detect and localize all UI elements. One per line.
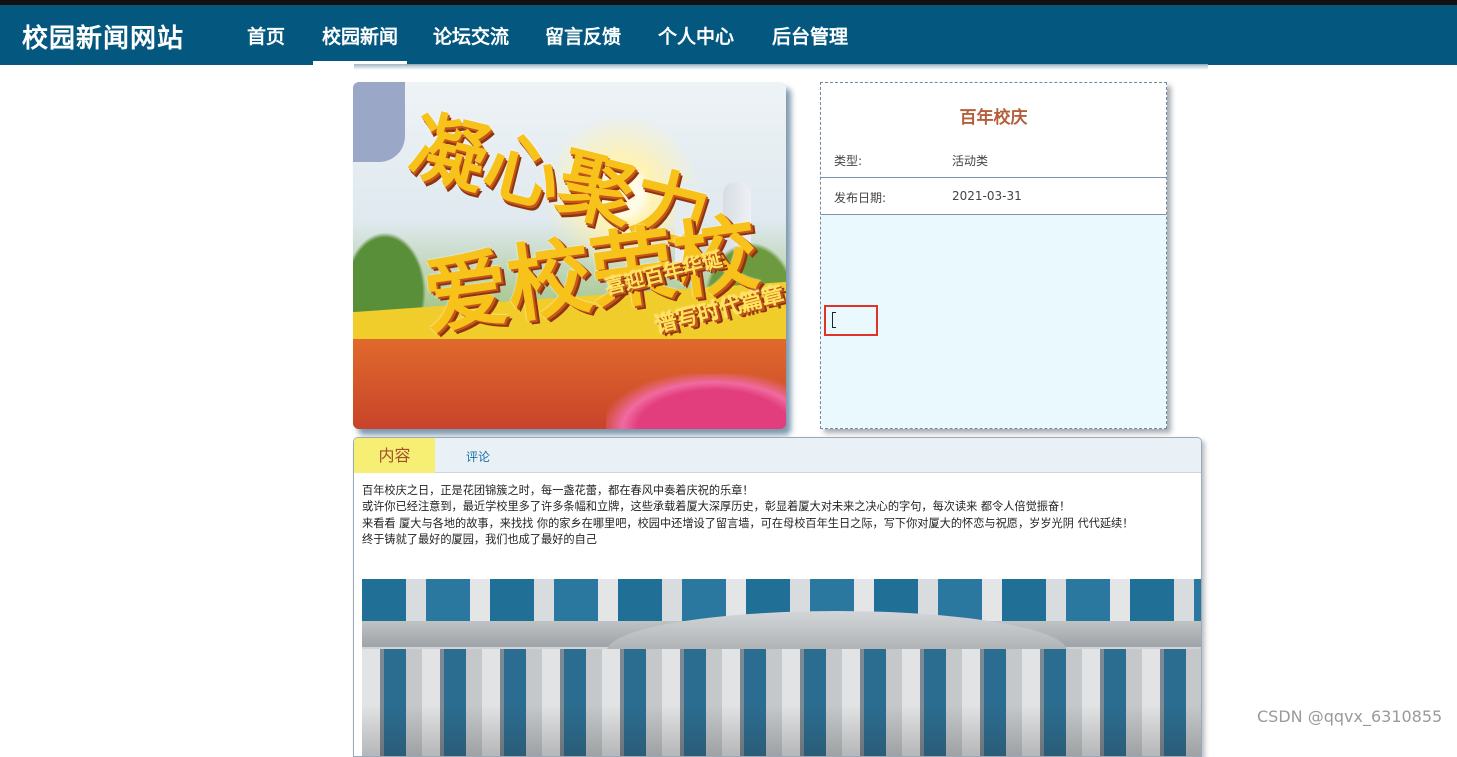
header-shadow xyxy=(354,64,1208,70)
info-body-area xyxy=(821,215,1166,428)
article-paragraph: 终于铸就了最好的厦园，我们也成了最好的自己 xyxy=(362,532,597,546)
tab-content[interactable]: 内容 xyxy=(354,438,435,473)
article-building-image xyxy=(362,579,1201,756)
nav-item-profile[interactable]: 个人中心 xyxy=(658,22,734,49)
watermark-text: CSDN @qqvx_6310855 xyxy=(1257,707,1443,726)
flower-bed xyxy=(606,374,786,429)
news-cover-image: 凝心聚力 爱校荣校 喜迎百年华诞 谱写时代篇章 xyxy=(353,82,786,429)
building-shade xyxy=(362,579,1201,756)
nav-item-home[interactable]: 首页 xyxy=(247,22,285,49)
article-paragraph: 百年校庆之日，正是花团锦簇之时，每一盏花蕾，都在春风中奏着庆祝的乐章！ xyxy=(362,484,754,497)
top-navbar: 校园新闻网站 首页 校园新闻 论坛交流 留言反馈 个人中心 后台管理 xyxy=(0,5,1457,65)
nav-item-feedback[interactable]: 留言反馈 xyxy=(545,22,621,49)
tab-comments[interactable]: 评论 xyxy=(466,448,490,465)
content-tabs: 内容 评论 xyxy=(354,438,1201,473)
decoration-shape xyxy=(353,82,405,162)
article-paragraph: 或许你已经注意到，最近学校里多了许多条幅和立牌，这些承载着厦大深厚历史，彰显着厦… xyxy=(362,500,1071,514)
news-title: 百年校庆 xyxy=(959,108,1028,128)
news-info-panel: 百年校庆 类型: 活动类 发布日期: 2021-03-31 xyxy=(820,82,1167,429)
type-label: 类型: xyxy=(834,154,863,168)
type-value: 活动类 xyxy=(952,154,989,168)
date-label: 发布日期: xyxy=(834,191,887,205)
article-paragraph: 来看看 厦大与各地的故事，来找找 你的家乡在哪里吧，校园中还增设了留言墙，可在母… xyxy=(362,516,1134,530)
nav-item-campus-news[interactable]: 校园新闻 xyxy=(322,22,398,49)
news-content-card: 内容 评论 百年校庆之日，正是花团锦簇之时，每一盏花蕾，都在春风中奏着庆祝的乐章… xyxy=(353,437,1202,757)
nav-item-forum[interactable]: 论坛交流 xyxy=(433,22,509,49)
date-value: 2021-03-31 xyxy=(952,189,1022,203)
info-row-type: 类型: 活动类 xyxy=(821,141,1166,178)
text-cursor-icon xyxy=(832,312,836,328)
info-row-date: 发布日期: 2021-03-31 xyxy=(821,178,1166,215)
site-brand[interactable]: 校园新闻网站 xyxy=(22,18,184,55)
highlight-box xyxy=(824,305,878,336)
article-body: 百年校庆之日，正是花团锦簇之时，每一盏花蕾，都在春风中奏着庆祝的乐章！ 或许你已… xyxy=(362,483,1194,548)
nav-item-admin[interactable]: 后台管理 xyxy=(772,22,848,49)
